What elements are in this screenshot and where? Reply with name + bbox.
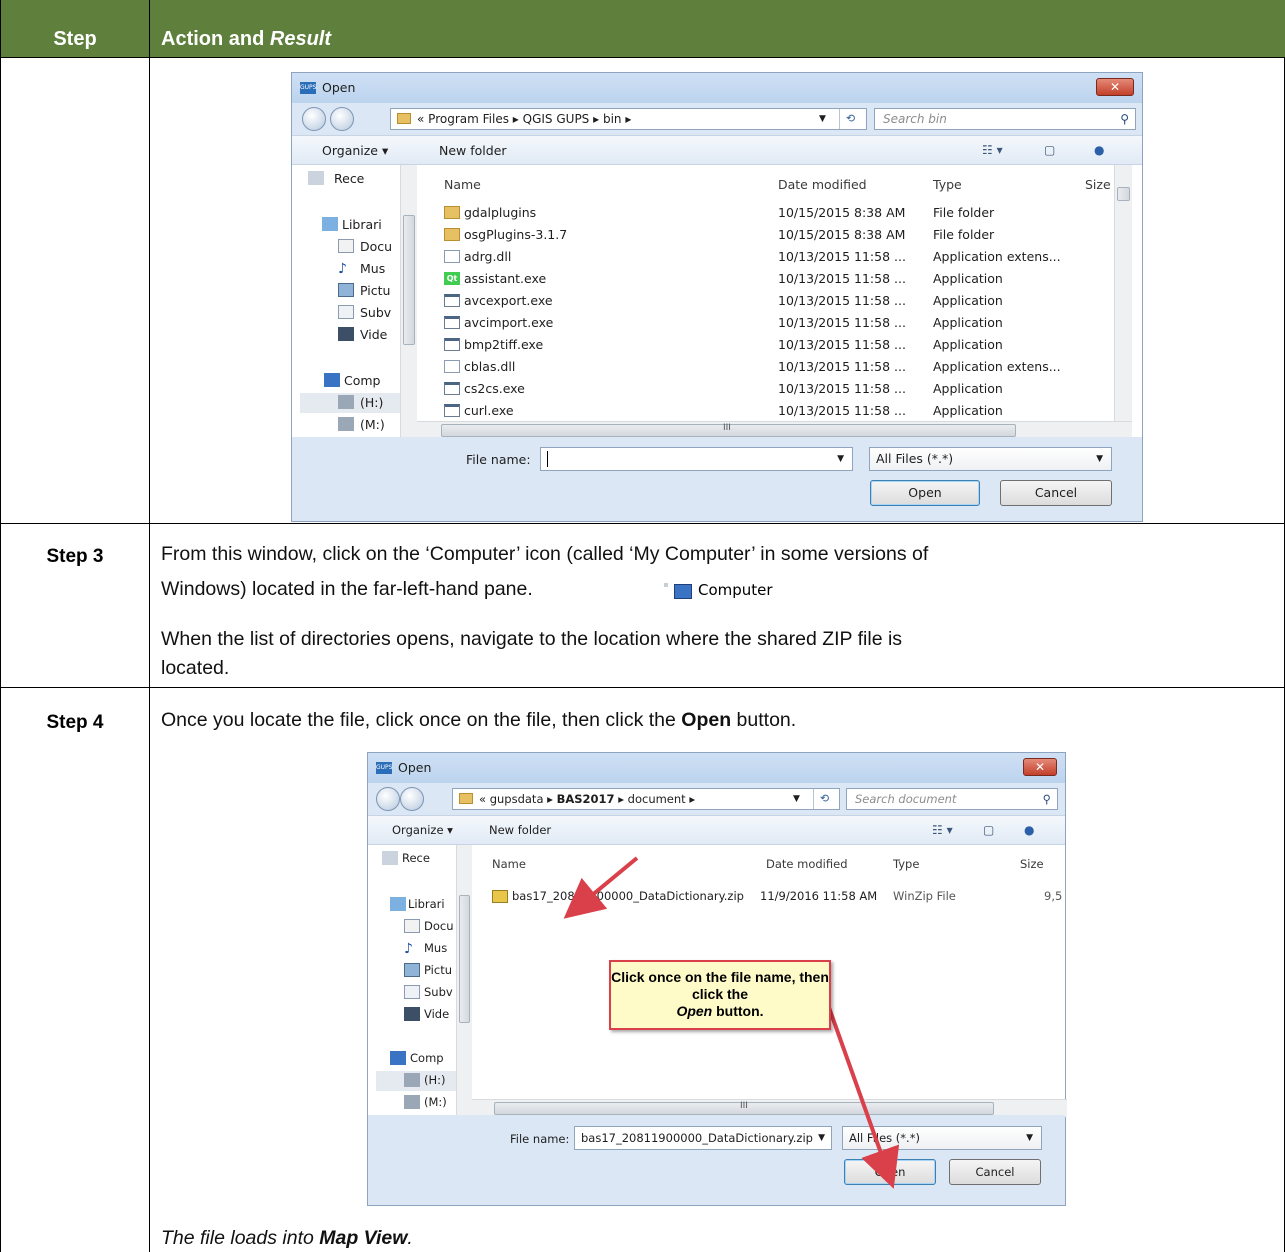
instruction-table: Step Action and Result GUPS Open ✕ « Pro… <box>0 0 1285 1252</box>
annotation-arrows <box>563 856 900 1189</box>
arrow-to-open <box>825 1001 900 1189</box>
arrow-to-file <box>563 856 639 919</box>
callout-open-italic: Open <box>676 1003 713 1019</box>
annotation-callout: Click once on the file name, then click … <box>609 960 831 1030</box>
result-text-end: . <box>407 1227 413 1249</box>
callout-text: Click once on the file name, then click … <box>611 969 829 1002</box>
result-text: The file loads into <box>161 1227 320 1249</box>
result-map-view-bold: Map View <box>319 1227 408 1249</box>
step-4-result: The file loads into Map View. <box>161 1226 413 1250</box>
callout-text-end: button. <box>712 1003 764 1019</box>
